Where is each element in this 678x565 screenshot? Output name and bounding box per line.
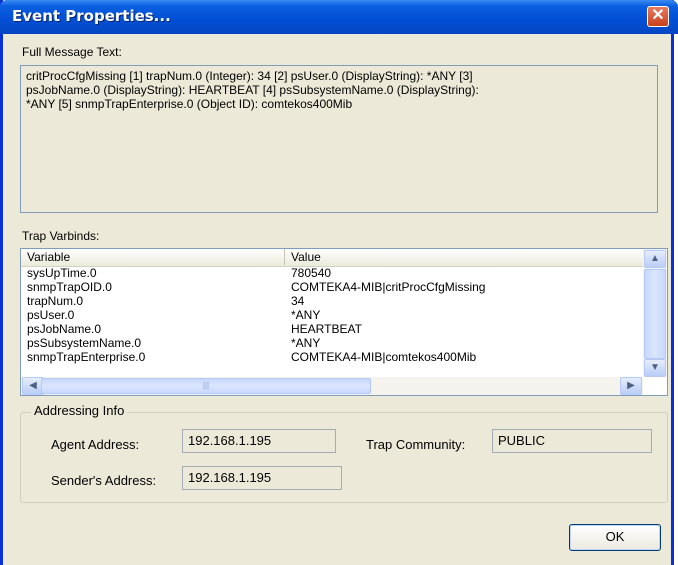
ok-button[interactable]: OK <box>569 524 661 551</box>
variable-cell: psUser.0 <box>27 308 75 322</box>
trap-community-field[interactable]: PUBLIC <box>492 429 652 453</box>
agent-address-field[interactable]: 192.168.1.195 <box>182 429 336 453</box>
table-row[interactable]: snmpTrapEnterprise.0 COMTEKA4-MIB|comtek… <box>21 351 643 364</box>
value-cell: *ANY <box>291 336 321 350</box>
scroll-right-icon[interactable]: ▶ <box>620 377 642 395</box>
variable-cell: sysUpTime.0 <box>27 266 97 280</box>
table-row[interactable]: psUser.0 *ANY <box>21 309 643 322</box>
window-title: Event Properties... <box>12 7 171 25</box>
horizontal-scroll-thumb[interactable]: ||| <box>41 378 371 394</box>
full-message-label: Full Message Text: <box>22 45 122 59</box>
scroll-up-icon[interactable]: ▲ <box>644 250 666 268</box>
table-row[interactable]: trapNum.0 34 <box>21 295 643 308</box>
sender-address-label: Sender's Address: <box>51 473 157 488</box>
message-line: critProcCfgMissing [1] trapNum.0 (Intege… <box>26 69 473 83</box>
column-header-variable[interactable]: Variable <box>21 249 285 265</box>
varbinds-list[interactable]: Variable Value sysUpTime.0 780540 snmpTr… <box>20 248 668 396</box>
addressing-info-group <box>20 412 668 503</box>
message-line: *ANY [5] snmpTrapEnterprise.0 (Object ID… <box>26 97 353 111</box>
table-row[interactable]: snmpTrapOID.0 COMTEKA4-MIB|critProcCfgMi… <box>21 281 643 294</box>
list-header: Variable Value <box>21 249 645 267</box>
value-cell: 34 <box>291 294 305 308</box>
column-header-value[interactable]: Value <box>285 249 643 265</box>
table-row[interactable]: psSubsystemName.0 *ANY <box>21 337 643 350</box>
sender-address-field[interactable]: 192.168.1.195 <box>182 466 342 490</box>
variable-cell: snmpTrapOID.0 <box>27 280 112 294</box>
variable-cell: psSubsystemName.0 <box>27 336 142 350</box>
value-cell: COMTEKA4-MIB|comtekos400Mib <box>291 350 477 364</box>
trap-varbinds-label: Trap Varbinds: <box>22 229 100 243</box>
value-cell: HEARTBEAT <box>291 322 362 336</box>
close-icon[interactable]: ✕ <box>647 6 669 27</box>
variable-cell: trapNum.0 <box>27 294 84 308</box>
scroll-down-icon[interactable]: ▼ <box>644 359 666 377</box>
value-cell: *ANY <box>291 308 321 322</box>
vertical-scroll-thumb[interactable] <box>644 269 666 359</box>
value-cell: COMTEKA4-MIB|critProcCfgMissing <box>291 280 486 294</box>
table-row[interactable]: psJobName.0 HEARTBEAT <box>21 323 643 336</box>
vertical-scrollbar[interactable]: ▲ ▼ <box>643 249 667 377</box>
horizontal-scrollbar[interactable]: ◀ ||| ▶ <box>21 377 643 395</box>
variable-cell: snmpTrapEnterprise.0 <box>27 350 146 364</box>
full-message-text[interactable]: critProcCfgMissing [1] trapNum.0 (Intege… <box>20 65 658 213</box>
title-bar: Event Properties... ✕ <box>0 0 678 34</box>
addressing-info-title: Addressing Info <box>31 403 128 418</box>
variable-cell: psJobName.0 <box>27 322 102 336</box>
agent-address-label: Agent Address: <box>51 437 140 452</box>
message-line: psJobName.0 (DisplayString): HEARTBEAT [… <box>26 83 479 97</box>
trap-community-label: Trap Community: <box>366 437 466 452</box>
value-cell: 780540 <box>291 266 332 280</box>
table-row[interactable]: sysUpTime.0 780540 <box>21 267 643 280</box>
